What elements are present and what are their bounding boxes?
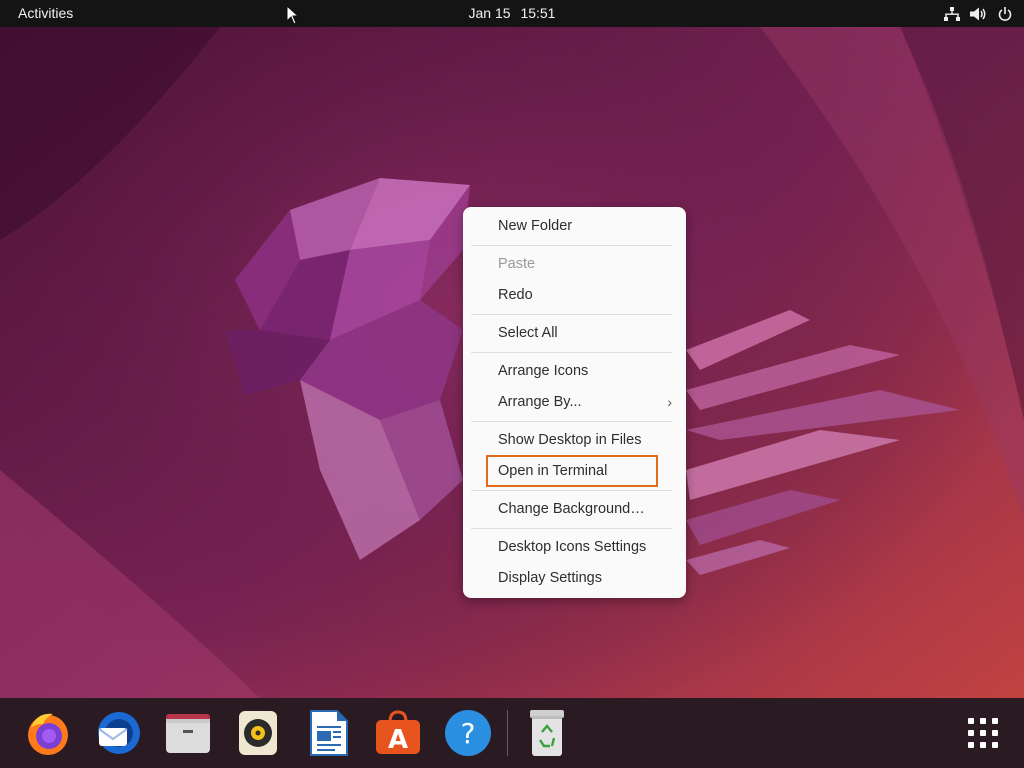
menu-item-show-desktop-in-files[interactable]: Show Desktop in Files [463,425,686,456]
writer-icon [310,710,348,756]
menu-item-label: Arrange By... [498,394,582,410]
chevron-right-icon: › [667,394,672,410]
menu-item-paste: Paste [498,256,536,272]
dock-app-thunderbird[interactable] [93,708,143,758]
menu-item-arrange-by[interactable]: Arrange By... › [463,387,686,418]
dock-separator [507,710,508,756]
menu-separator [463,311,686,318]
clock-time: 15:51 [520,5,556,21]
clock-date: Jan 15 [468,5,511,21]
menu-separator [463,525,686,532]
dock-app-files[interactable] [163,708,213,758]
activities-button[interactable]: Activities [8,0,83,27]
menu-item-open-in-terminal[interactable]: Open in Terminal [463,455,686,487]
menu-separator [463,242,686,249]
svg-text:?: ? [461,717,476,750]
clock-button[interactable]: Jan 15 15:51 [462,0,562,27]
svg-text:A: A [388,725,408,755]
dock-app-trash[interactable] [522,708,572,758]
mouse-cursor-icon [286,5,300,25]
menu-item-display-settings[interactable]: Display Settings [463,563,686,594]
desktop[interactable]: Activities Jan 15 15:51 New Folder Paste… [0,0,1024,768]
network-icon[interactable] [944,6,960,21]
menu-item-change-background[interactable]: Change Background… [463,494,686,525]
volume-icon[interactable] [970,7,988,21]
menu-item-select-all[interactable]: Select All [463,318,686,349]
show-applications-button[interactable] [958,708,1008,758]
menu-item-desktop-icons-settings[interactable]: Desktop Icons Settings [463,532,686,563]
dock-app-help[interactable]: ? [443,708,493,758]
dock-app-rhythmbox[interactable] [233,708,283,758]
firefox-icon [28,713,68,755]
app-grid-icon [968,718,998,748]
files-icon [166,714,210,753]
dock-app-ubuntu-software[interactable]: A [373,708,423,758]
rhythmbox-icon [239,711,277,755]
menu-item-new-folder[interactable]: New Folder [463,211,686,242]
thunderbird-icon [98,712,140,754]
menu-item-redo[interactable]: Redo [463,280,686,311]
system-tray[interactable] [944,0,1012,27]
dock: A ? [0,698,1024,768]
power-icon[interactable] [998,6,1012,21]
menu-separator [463,487,686,494]
menu-separator [463,349,686,356]
top-bar: Activities Jan 15 15:51 [0,0,1024,27]
dock-app-firefox[interactable] [23,708,73,758]
desktop-context-menu: New Folder Paste Redo Select All Arrange… [463,207,686,598]
help-icon: ? [445,710,491,756]
menu-item-arrange-icons[interactable]: Arrange Icons [463,356,686,387]
dock-app-libreoffice-writer[interactable] [303,708,353,758]
software-icon: A [376,710,420,755]
menu-separator [463,418,686,425]
trash-icon [530,710,564,756]
